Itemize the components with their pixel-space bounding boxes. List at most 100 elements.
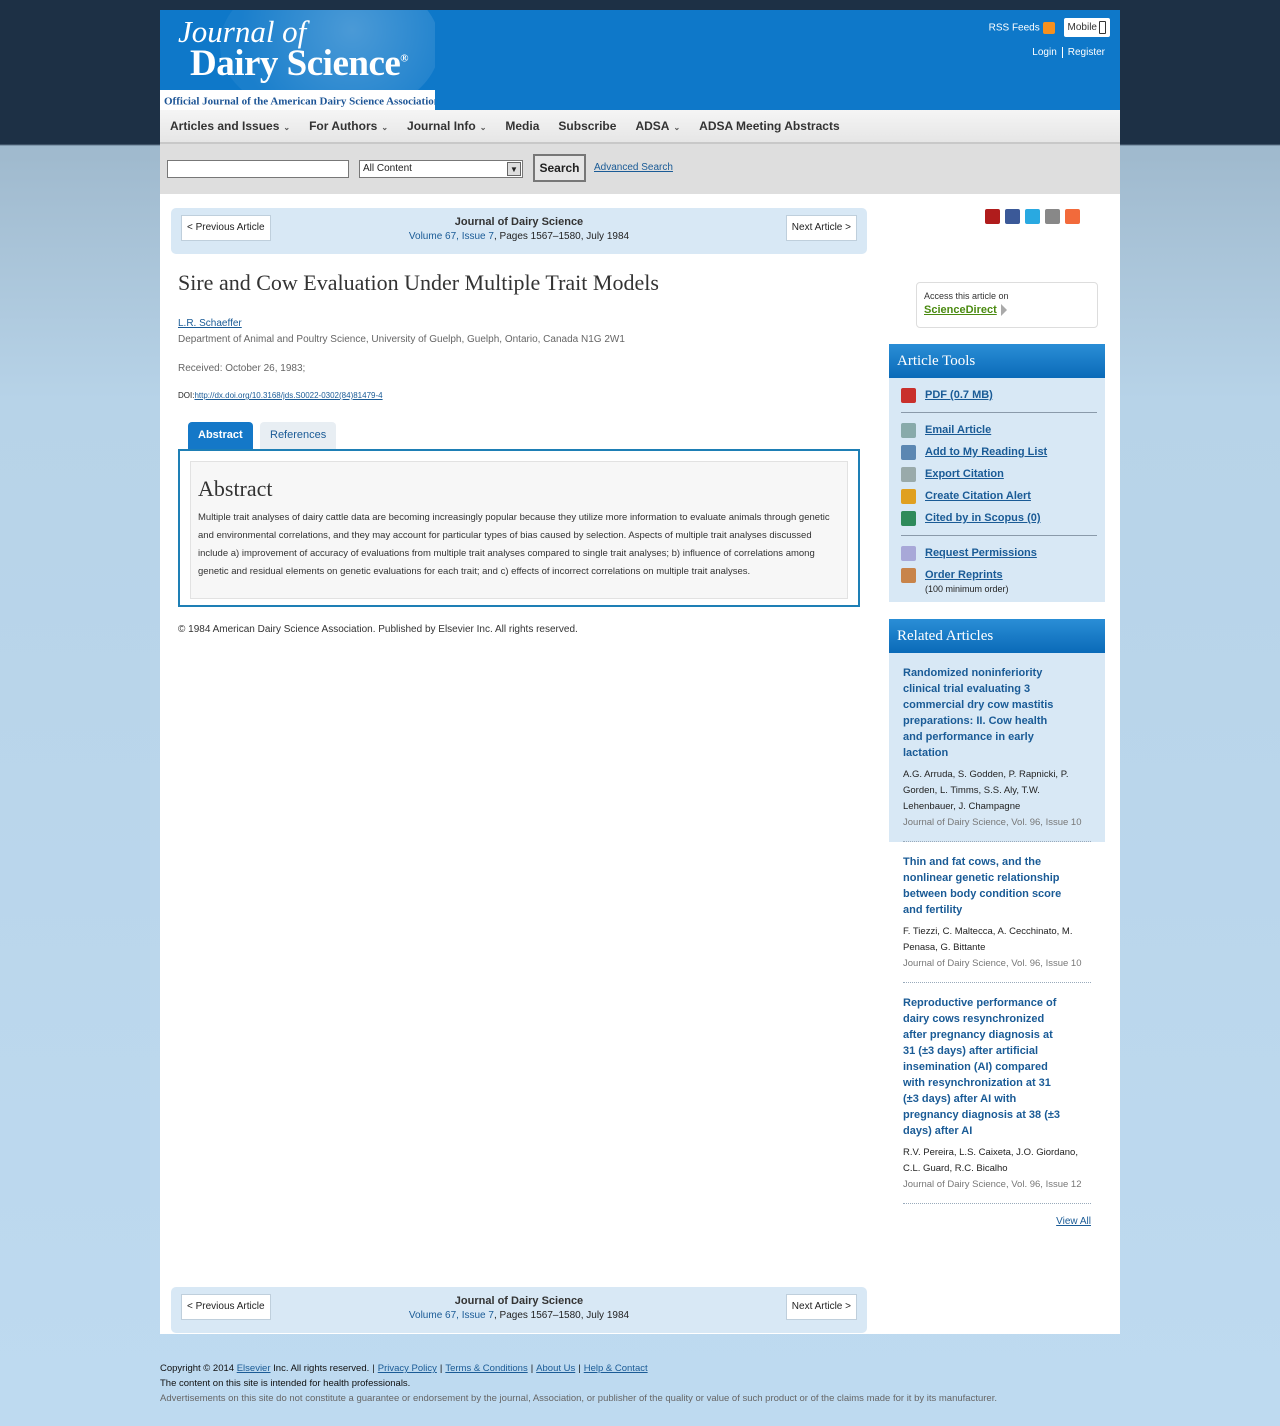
twitter-icon[interactable] xyxy=(1025,209,1040,224)
view-all-link[interactable]: View All xyxy=(903,1216,1091,1227)
advanced-search-link[interactable]: Advanced Search xyxy=(594,162,673,173)
phone-icon xyxy=(1099,21,1106,34)
author-link[interactable]: L.R. Schaeffer xyxy=(178,318,242,329)
article-copyright: © 1984 American Dairy Science Associatio… xyxy=(178,624,578,635)
related-article-title[interactable]: Randomized noninferiority clinical trial… xyxy=(903,665,1068,761)
article-nav-citation: Journal of Dairy Science Volume 67, Issu… xyxy=(171,1295,867,1321)
pdf-icon xyxy=(901,387,916,403)
next-article-button[interactable]: Next Article > xyxy=(785,215,857,241)
author-affiliation: Department of Animal and Poultry Science… xyxy=(178,334,625,345)
nav-media[interactable]: Media xyxy=(505,119,539,133)
logo-tagline: Official Journal of the American Dairy S… xyxy=(160,90,435,110)
scopus-icon xyxy=(901,510,916,526)
mendeley-icon[interactable] xyxy=(985,209,1000,224)
reprints-note: (100 minimum order) xyxy=(925,584,1009,594)
mobile-button[interactable]: Mobile xyxy=(1063,18,1110,37)
page-container: Journal of Dairy Science® Official Journ… xyxy=(160,10,1120,1334)
dropdown-arrow-icon: ▼ xyxy=(507,162,521,176)
related-article: Randomized noninferiority clinical trial… xyxy=(903,665,1091,842)
nav-adsa-meeting-abstracts[interactable]: ADSA Meeting Abstracts xyxy=(699,119,839,133)
related-article-authors: R.V. Pereira, L.S. Caixeta, J.O. Giordan… xyxy=(903,1147,1078,1174)
share-icons xyxy=(985,209,1085,227)
nav-journal-info[interactable]: Journal Info ⌄ xyxy=(407,119,486,133)
related-article-authors: A.G. Arruda, S. Godden, P. Rapnicki, P. … xyxy=(903,769,1069,812)
pdf-link[interactable]: PDF (0.7 MB) xyxy=(901,384,1097,406)
search-scope-select[interactable]: All Content ▼ xyxy=(359,160,523,178)
abstract-text: Multiple trait analyses of dairy cattle … xyxy=(198,512,830,577)
article-nav-bottom: < Previous Article Journal of Dairy Scie… xyxy=(171,1287,867,1333)
create-citation-alert-link[interactable]: Create Citation Alert xyxy=(901,485,1097,507)
doi: DOI:http://dx.doi.org/10.3168/jds.S0022-… xyxy=(178,391,383,400)
site-header: Journal of Dairy Science® Official Journ… xyxy=(160,10,1120,110)
related-articles-heading: Related Articles xyxy=(889,619,1105,653)
main-content: < Previous Article Journal of Dairy Scie… xyxy=(160,194,1120,1334)
export-citation-link[interactable]: Export Citation xyxy=(901,463,1097,485)
site-footer: Copyright © 2014 Elsevier Inc. All right… xyxy=(160,1361,997,1406)
help-contact-link[interactable]: Help & Contact xyxy=(584,1363,648,1374)
search-input[interactable] xyxy=(167,160,349,178)
order-reprints-link[interactable]: Order Reprints xyxy=(901,564,1097,586)
article-nav-top: < Previous Article Journal of Dairy Scie… xyxy=(171,208,867,254)
footer-disclaimer: Advertisements on this site do not const… xyxy=(160,1393,997,1404)
elsevier-link[interactable]: Elsevier xyxy=(237,1363,271,1374)
footer-copyright-row: Copyright © 2014 Elsevier Inc. All right… xyxy=(160,1363,648,1374)
article-body: Sire and Cow Evaluation Under Multiple T… xyxy=(178,270,860,635)
related-articles-panel: Related Articles Randomized noninferiori… xyxy=(889,619,1105,1227)
facebook-icon[interactable] xyxy=(1005,209,1020,224)
nav-adsa[interactable]: ADSA ⌄ xyxy=(635,119,680,133)
article-nav-citation: Journal of Dairy Science Volume 67, Issu… xyxy=(171,216,867,242)
list-icon xyxy=(901,466,916,482)
article-tabs: Abstract References xyxy=(188,422,860,449)
rss-icon xyxy=(1042,21,1055,34)
header-links: RSS Feeds Mobile Login Register xyxy=(989,18,1110,58)
sciencedirect-label: Access this article on xyxy=(924,291,1009,301)
rss-feeds-link[interactable]: RSS Feeds xyxy=(989,21,1055,34)
email-icon xyxy=(901,422,916,438)
nav-for-authors[interactable]: For Authors ⌄ xyxy=(309,119,388,133)
divider xyxy=(901,412,1097,413)
tab-panel: Abstract Multiple trait analyses of dair… xyxy=(178,449,860,607)
search-button[interactable]: Search xyxy=(533,154,586,182)
bell-icon xyxy=(901,488,916,504)
copyright-icon xyxy=(901,545,916,561)
chevron-down-icon: ⌄ xyxy=(381,123,389,132)
article-tools-panel: Article Tools PDF (0.7 MB) Email Article… xyxy=(889,344,1105,602)
privacy-policy-link[interactable]: Privacy Policy xyxy=(378,1363,437,1374)
volume-issue-link[interactable]: Volume 67, Issue 7 xyxy=(409,1310,494,1321)
related-article-title[interactable]: Thin and fat cows, and the nonlinear gen… xyxy=(903,854,1068,918)
register-link[interactable]: Register xyxy=(1061,47,1110,58)
related-article: Thin and fat cows, and the nonlinear gen… xyxy=(903,854,1091,983)
nav-articles-and-issues[interactable]: Articles and Issues ⌄ xyxy=(170,119,290,133)
terms-link[interactable]: Terms & Conditions xyxy=(445,1363,527,1374)
sciencedirect-box[interactable]: Access this article on ScienceDirect xyxy=(916,282,1098,328)
reading-list-icon xyxy=(901,444,916,460)
addthis-icon[interactable] xyxy=(1065,209,1080,224)
sciencedirect-link[interactable]: ScienceDirect xyxy=(924,304,997,316)
related-article-journal: Journal of Dairy Science, Vol. 96, Issue… xyxy=(903,1179,1082,1190)
related-article: Reproductive performance of dairy cows r… xyxy=(903,995,1091,1204)
pages-date: , Pages 1567–1580, July 1984 xyxy=(493,1310,630,1321)
add-to-reading-list-link[interactable]: Add to My Reading List xyxy=(901,441,1097,463)
tab-references[interactable]: References xyxy=(260,422,337,449)
login-link[interactable]: Login xyxy=(1027,47,1061,58)
search-bar: All Content ▼ Search Advanced Search xyxy=(160,144,1120,194)
request-permissions-link[interactable]: Request Permissions xyxy=(901,542,1097,564)
tab-abstract[interactable]: Abstract xyxy=(188,422,253,449)
article-tools-heading: Article Tools xyxy=(889,344,1105,378)
email-article-link[interactable]: Email Article xyxy=(901,419,1097,441)
next-article-button[interactable]: Next Article > xyxy=(785,1294,857,1320)
doi-link[interactable]: http://dx.doi.org/10.3168/jds.S0022-0302… xyxy=(194,391,382,400)
about-us-link[interactable]: About Us xyxy=(536,1363,575,1374)
related-article-authors: F. Tiezzi, C. Maltecca, A. Cecchinato, M… xyxy=(903,926,1073,953)
related-article-title[interactable]: Reproductive performance of dairy cows r… xyxy=(903,995,1068,1139)
journal-logo[interactable]: Journal of Dairy Science® Official Journ… xyxy=(160,10,435,110)
pages-date: , Pages 1567–1580, July 1984 xyxy=(493,231,630,242)
abstract-section: Abstract Multiple trait analyses of dair… xyxy=(190,461,848,599)
footer-audience-note: The content on this site is intended for… xyxy=(160,1378,411,1389)
cited-by-scopus-link[interactable]: Cited by in Scopus (0) xyxy=(901,507,1097,529)
related-article-journal: Journal of Dairy Science, Vol. 96, Issue… xyxy=(903,817,1082,828)
email-icon[interactable] xyxy=(1045,209,1060,224)
logo-line2: Dairy Science® xyxy=(190,43,409,84)
nav-subscribe[interactable]: Subscribe xyxy=(558,119,616,133)
volume-issue-link[interactable]: Volume 67, Issue 7 xyxy=(409,231,494,242)
